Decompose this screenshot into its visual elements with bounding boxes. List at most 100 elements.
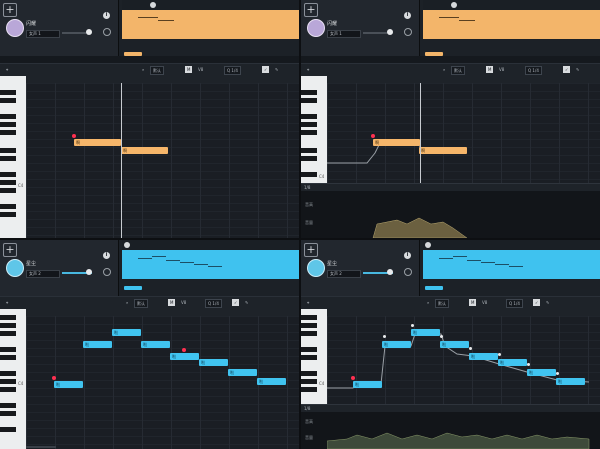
note[interactable]: 啦 <box>498 359 527 366</box>
audio-clip[interactable] <box>122 250 299 279</box>
info-icon[interactable]: i <box>404 12 411 19</box>
audio-clip[interactable] <box>423 250 600 279</box>
param-label-pitch[interactable]: 音高 <box>305 202 313 208</box>
black-key[interactable] <box>0 403 16 408</box>
black-key[interactable] <box>0 122 16 127</box>
pen-icon[interactable]: ✎ <box>574 66 581 73</box>
tool-m-button[interactable]: M <box>469 299 477 306</box>
black-key[interactable] <box>301 114 317 119</box>
black-key[interactable] <box>0 172 16 177</box>
zoom-select[interactable]: Q 1/4 <box>224 66 241 75</box>
note[interactable]: 啊 <box>121 147 168 154</box>
note[interactable]: 啦 <box>83 341 112 348</box>
voice-select[interactable]: 女声 2 <box>327 270 361 278</box>
black-key[interactable] <box>0 387 16 392</box>
volume-curve[interactable] <box>327 415 600 449</box>
black-key[interactable] <box>301 355 317 360</box>
black-key[interactable] <box>0 427 16 432</box>
black-key[interactable] <box>0 331 16 336</box>
black-key[interactable] <box>0 188 16 193</box>
audio-clip[interactable] <box>423 10 600 39</box>
singer-avatar[interactable] <box>6 259 24 277</box>
power-icon[interactable] <box>103 268 111 276</box>
info-icon[interactable]: i <box>404 252 411 259</box>
voice-select[interactable]: 女声 1 <box>327 30 361 38</box>
volume-knob[interactable] <box>387 269 393 275</box>
add-track-button[interactable]: + <box>304 243 318 257</box>
note[interactable]: 啊 <box>74 139 121 146</box>
pitch-handle[interactable] <box>527 363 530 366</box>
mode-select[interactable]: 默认 <box>134 299 148 308</box>
pitch-handle[interactable] <box>440 335 443 338</box>
black-key[interactable] <box>301 90 317 95</box>
black-key[interactable] <box>301 98 317 103</box>
note[interactable]: 啦 <box>411 329 440 336</box>
add-track-button[interactable]: + <box>304 3 318 17</box>
note-grid[interactable]: 啊 啊 <box>26 83 299 238</box>
power-icon[interactable] <box>404 268 412 276</box>
playhead-knob[interactable] <box>124 242 130 248</box>
mode-select[interactable]: 默认 <box>451 66 465 75</box>
black-key[interactable] <box>0 347 16 352</box>
black-key[interactable] <box>0 371 16 376</box>
clip-handle[interactable] <box>124 286 142 290</box>
snap-toggle[interactable]: ✓ <box>232 299 240 306</box>
cursor-icon[interactable]: ⌖ <box>305 66 311 73</box>
black-key[interactable] <box>301 323 317 328</box>
piano-keyboard[interactable]: C4 <box>301 309 327 405</box>
tool-v-button[interactable]: V8 <box>179 299 188 306</box>
black-key[interactable] <box>0 355 16 360</box>
pitch-handle[interactable] <box>469 347 472 350</box>
black-key[interactable] <box>301 315 317 320</box>
note[interactable]: 啦 <box>556 378 585 385</box>
playhead-knob[interactable] <box>150 2 156 8</box>
tool-v-button[interactable]: V8 <box>497 66 506 73</box>
black-key[interactable] <box>0 323 16 328</box>
singer-avatar[interactable] <box>307 259 325 277</box>
pitch-handle[interactable] <box>556 372 559 375</box>
parameter-toolbar[interactable]: 1/8 <box>301 184 600 191</box>
clip-handle[interactable] <box>124 52 142 56</box>
note[interactable]: 啦 <box>228 369 257 376</box>
voice-select[interactable]: 女声 2 <box>26 270 60 278</box>
track-header[interactable]: + 闪耀 女声 1 i <box>301 0 420 56</box>
clip-handle[interactable] <box>425 52 443 56</box>
note-grid[interactable]: 啦 啦 啦 啦 啦 啦 啦 啦 <box>327 316 600 405</box>
cursor-icon[interactable]: ⌖ <box>4 66 10 73</box>
tool-m-button[interactable]: M <box>185 66 193 73</box>
zoom-select[interactable]: Q 1/4 <box>506 299 523 308</box>
black-key[interactable] <box>301 148 317 153</box>
black-key[interactable] <box>0 130 16 135</box>
black-key[interactable] <box>0 156 16 161</box>
volume-knob[interactable] <box>86 29 92 35</box>
note[interactable]: 啦 <box>199 359 228 366</box>
note[interactable]: 啦 <box>141 341 170 348</box>
piano-keyboard[interactable]: C4 <box>301 76 327 184</box>
black-key[interactable] <box>0 411 16 416</box>
black-key[interactable] <box>0 379 16 384</box>
search-icon[interactable]: ⌕ <box>140 66 146 73</box>
zoom-select[interactable]: Q 1/4 <box>205 299 222 308</box>
search-icon[interactable]: ⌕ <box>425 299 431 306</box>
clip-handle[interactable] <box>425 286 443 290</box>
playhead-knob[interactable] <box>451 2 457 8</box>
piano-keyboard[interactable]: C4 <box>0 309 26 449</box>
zoom-select[interactable]: Q 1/4 <box>525 66 542 75</box>
note-grid[interactable]: 啊 啊 <box>327 83 600 184</box>
parameter-toolbar[interactable]: 1/8 <box>301 405 600 412</box>
note[interactable]: 啦 <box>469 353 498 360</box>
black-key[interactable] <box>301 387 317 392</box>
black-key[interactable] <box>301 347 317 352</box>
black-key[interactable] <box>301 122 317 127</box>
info-icon[interactable]: i <box>103 12 110 19</box>
cursor-icon[interactable]: ⌖ <box>305 299 311 306</box>
info-icon[interactable]: i <box>103 252 110 259</box>
pitch-curve[interactable] <box>327 316 600 406</box>
pen-icon[interactable]: ✎ <box>273 66 280 73</box>
black-key[interactable] <box>0 315 16 320</box>
tool-v-button[interactable]: V8 <box>480 299 489 306</box>
mode-select[interactable]: 默认 <box>150 66 164 75</box>
note[interactable]: 啦 <box>382 341 411 348</box>
pitch-handle[interactable] <box>498 353 501 356</box>
pitch-handle[interactable] <box>411 324 414 327</box>
